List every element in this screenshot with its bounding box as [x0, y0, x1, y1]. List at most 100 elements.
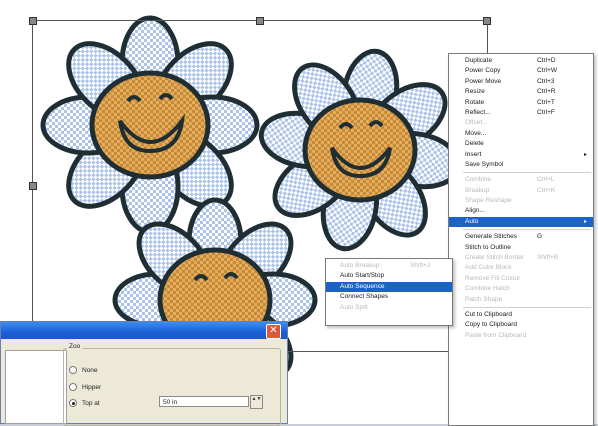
menu-item-offset[interactable]: Offset... [449, 118, 593, 128]
close-icon: ✕ [269, 325, 278, 336]
menu-item-stitch-to-outline[interactable]: Stitch to Outline [449, 243, 593, 253]
menu-item-insert[interactable]: Insert ▸ [449, 150, 593, 160]
option-hipper-label: Hipper [82, 384, 102, 391]
menu-item-label: Patch Shape [465, 295, 503, 303]
menu-item-shortcut: Ctrl+L [537, 176, 555, 184]
menu-item-label: Rotate [465, 98, 485, 106]
menu-item-label: Duplicate [465, 57, 493, 64]
dialog-list-panel[interactable] [5, 350, 67, 424]
menu-item-label: Shape Reshape [465, 197, 512, 205]
menu-item-shortcut: Ctrl+K [537, 186, 556, 194]
radio-top-at[interactable] [69, 399, 77, 408]
menu-item-connect-shapes[interactable]: Connect Shapes [326, 292, 452, 302]
menu-item-move[interactable]: Move... [449, 129, 593, 139]
menu-item-rotate[interactable]: Rotate Ctrl+T [449, 98, 593, 108]
context-menu: Duplicate Ctrl+D Power Copy Ctrl+W Power Mov… [448, 53, 594, 426]
menu-item-generate-stitches[interactable]: Generate Stitches G [449, 232, 593, 242]
menu-item-shortcut: Shift+J [410, 262, 431, 269]
menu-item-label: Align... [465, 207, 485, 215]
menu-item-add-color-block[interactable]: Add Color Block [449, 263, 593, 273]
menu-item-label: Auto [465, 217, 479, 225]
menu-item-label: Stitch to Outline [465, 243, 511, 251]
zoom-value-input[interactable]: 50 in [159, 396, 249, 407]
radio-none[interactable] [69, 366, 77, 375]
submenu-arrow-icon: ▸ [583, 151, 587, 158]
menu-item-save-symbol[interactable]: Save Symbol [449, 160, 593, 170]
option-top-at-label: Top at [82, 400, 100, 407]
menu-item-label: Delete [465, 140, 484, 148]
menu-item-label: Remove Fill Colour [465, 274, 521, 282]
menu-item-label: Add Color Block [465, 264, 512, 272]
menu-item-align[interactable]: Align... [449, 206, 593, 216]
menu-item-power-copy[interactable]: Power Copy Ctrl+W [449, 66, 593, 76]
context-menu-items: Duplicate Ctrl+D Power Copy Ctrl+W Power Mov… [449, 54, 593, 341]
menu-separator [463, 172, 591, 174]
menu-item-shortcut: Ctrl+F [537, 108, 555, 116]
spinner-arrows-icon: ▲▼ [251, 396, 262, 402]
menu-item-combine-hatch[interactable]: Combine Hatch [449, 284, 593, 294]
menu-item-label: Connect Shapes [340, 293, 389, 301]
menu-item-label: Insert [465, 150, 482, 158]
resize-handle-top-left[interactable] [29, 17, 37, 25]
option-top-at[interactable]: Top at [69, 399, 100, 409]
menu-item-label: Combine [465, 176, 492, 184]
menu-item-label: Resize [465, 88, 485, 96]
dialog-titlebar[interactable]: ✕ [1, 322, 287, 339]
menu-item-label: Copy to Clipboard [465, 321, 518, 329]
menu-item-duplicate[interactable]: Duplicate Ctrl+D [449, 56, 593, 66]
menu-item-shortcut: Ctrl+3 [537, 77, 555, 85]
zoom-dialog: ✕ Zoo None Hipper Top at 50 in ▲▼ [0, 321, 288, 426]
menu-item-auto-split[interactable]: Auto Split [326, 303, 452, 313]
submenu-arrow-icon: ▸ [583, 218, 587, 225]
menu-item-label: Reflect... [465, 108, 491, 116]
menu-item-shortcut: G [537, 233, 543, 241]
menu-item-label: Power Move [465, 77, 502, 85]
resize-handle-middle-left[interactable] [29, 182, 37, 190]
menu-item-shortcut: Ctrl+D [537, 57, 556, 64]
menu-item-shortcut: Ctrl+R [537, 88, 556, 96]
option-hipper[interactable]: Hipper [69, 383, 101, 393]
menu-item-auto-breakup[interactable]: Auto Breakup Shift+J [326, 261, 452, 271]
option-none-label: None [82, 367, 98, 374]
menu-item-patch-shape[interactable]: Patch Shape [449, 295, 593, 305]
menu-separator [463, 229, 591, 231]
menu-item-label: Move... [465, 129, 487, 137]
menu-item-breakup[interactable]: Breakup Ctrl+K [449, 186, 593, 196]
menu-item-label: Create Stitch Border [465, 254, 524, 262]
menu-item-label: Combine Hatch [465, 285, 510, 293]
menu-item-label: Cut to Clipboard [465, 310, 512, 318]
radio-hipper[interactable] [69, 383, 77, 392]
menu-item-delete[interactable]: Delete [449, 139, 593, 149]
menu-item-label: Auto Start/Stop [340, 272, 385, 280]
menu-item-label: Power Copy [465, 67, 501, 75]
close-button[interactable]: ✕ [266, 324, 281, 339]
menu-item-label: Breakup [465, 186, 490, 194]
menu-item-label: Auto Split [340, 303, 368, 311]
menu-item-shortcut: Ctrl+T [537, 98, 555, 106]
menu-item-shortcut: Ctrl+W [537, 67, 558, 75]
menu-item-auto-sequence[interactable]: Auto Sequence [326, 281, 452, 293]
option-none[interactable]: None [69, 366, 98, 376]
menu-item-label: Auto Breakup [340, 262, 380, 269]
menu-item-paste-from-clipboard[interactable]: Paste from Clipboard [449, 331, 593, 341]
menu-item-resize[interactable]: Resize Ctrl+R [449, 87, 593, 97]
menu-item-remove-fill-colour[interactable]: Remove Fill Colour [449, 274, 593, 284]
menu-item-reflect[interactable]: Reflect... Ctrl+F [449, 108, 593, 118]
resize-handle-top-middle[interactable] [256, 17, 264, 25]
menu-item-copy-to-clipboard[interactable]: Copy to Clipboard [449, 320, 593, 330]
menu-item-auto[interactable]: Auto ▸ [449, 216, 593, 228]
menu-item-label: Auto Sequence [340, 282, 385, 290]
menu-item-create-stitch-border[interactable]: Create Stitch Border Shift+B [449, 253, 593, 263]
menu-item-label: Offset... [465, 119, 488, 127]
menu-item-label: Paste from Clipboard [465, 331, 527, 339]
menu-item-combine[interactable]: Combine Ctrl+L [449, 175, 593, 185]
auto-submenu: Auto Breakup Shift+J Auto Start/Stop Auto S… [325, 258, 453, 326]
menu-item-shape-reshape[interactable]: Shape Reshape [449, 196, 593, 206]
menu-item-shortcut: Shift+B [537, 254, 559, 262]
resize-handle-top-right[interactable] [483, 17, 491, 25]
zoom-spinner[interactable]: ▲▼ [250, 395, 263, 409]
menu-item-label: Save Symbol [465, 160, 504, 168]
menu-item-cut-to-clipboard[interactable]: Cut to Clipboard [449, 310, 593, 320]
menu-item-auto-start-stop[interactable]: Auto Start/Stop [326, 271, 452, 281]
menu-item-power-move[interactable]: Power Move Ctrl+3 [449, 77, 593, 87]
